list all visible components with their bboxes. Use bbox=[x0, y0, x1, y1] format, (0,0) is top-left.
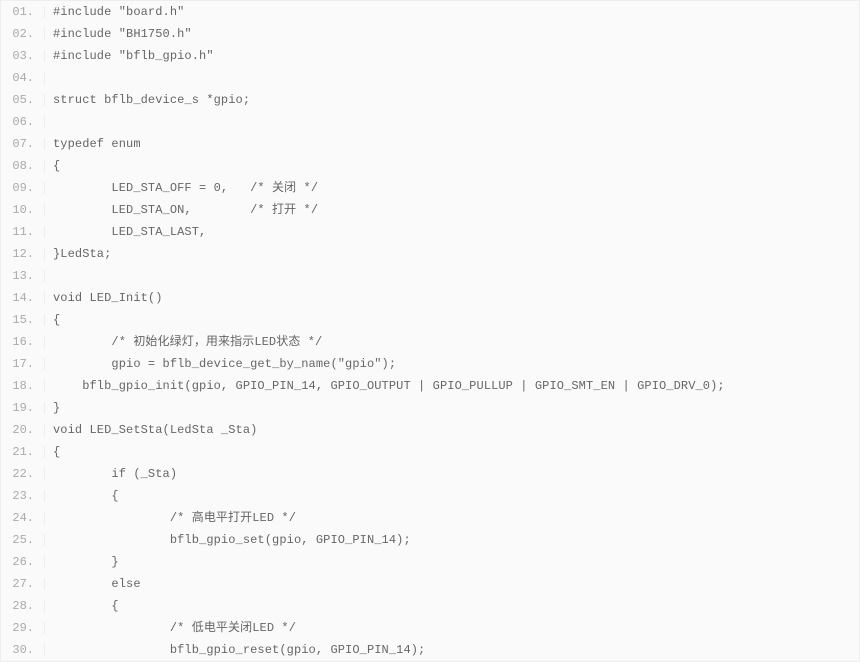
line-number: 30. bbox=[1, 644, 45, 656]
line-code: #include "board.h" bbox=[45, 6, 184, 18]
line-number: 05. bbox=[1, 94, 45, 106]
line-code: #include "bflb_gpio.h" bbox=[45, 50, 214, 62]
code-line: 01.#include "board.h" bbox=[1, 1, 859, 23]
line-number: 19. bbox=[1, 402, 45, 414]
line-number: 07. bbox=[1, 138, 45, 150]
line-number: 06. bbox=[1, 116, 45, 128]
line-number: 12. bbox=[1, 248, 45, 260]
line-number: 04. bbox=[1, 72, 45, 84]
line-number: 24. bbox=[1, 512, 45, 524]
line-code: { bbox=[45, 490, 119, 502]
line-code: void LED_SetSta(LedSta _Sta) bbox=[45, 424, 257, 436]
line-code: LED_STA_LAST, bbox=[45, 226, 206, 238]
code-line: 22. if (_Sta) bbox=[1, 463, 859, 485]
line-code: gpio = bflb_device_get_by_name("gpio"); bbox=[45, 358, 396, 370]
code-line: 03.#include "bflb_gpio.h" bbox=[1, 45, 859, 67]
line-number: 23. bbox=[1, 490, 45, 502]
code-line: 15.{ bbox=[1, 309, 859, 331]
code-line: 30. bflb_gpio_reset(gpio, GPIO_PIN_14); bbox=[1, 639, 859, 661]
line-number: 25. bbox=[1, 534, 45, 546]
line-code: } bbox=[45, 556, 119, 568]
line-number: 27. bbox=[1, 578, 45, 590]
code-line: 08.{ bbox=[1, 155, 859, 177]
line-code: /* 高电平打开LED */ bbox=[45, 512, 296, 524]
code-line: 12.}LedSta; bbox=[1, 243, 859, 265]
line-code: void LED_Init() bbox=[45, 292, 163, 304]
line-number: 02. bbox=[1, 28, 45, 40]
code-block: 01.#include "board.h"02.#include "BH1750… bbox=[0, 0, 860, 662]
code-line: 23. { bbox=[1, 485, 859, 507]
line-number: 16. bbox=[1, 336, 45, 348]
line-code: if (_Sta) bbox=[45, 468, 177, 480]
line-number: 21. bbox=[1, 446, 45, 458]
code-line: 29. /* 低电平关闭LED */ bbox=[1, 617, 859, 639]
code-line: 18. bflb_gpio_init(gpio, GPIO_PIN_14, GP… bbox=[1, 375, 859, 397]
code-line: 10. LED_STA_ON, /* 打开 */ bbox=[1, 199, 859, 221]
line-number: 01. bbox=[1, 6, 45, 18]
code-line: 14.void LED_Init() bbox=[1, 287, 859, 309]
line-number: 03. bbox=[1, 50, 45, 62]
line-code: }LedSta; bbox=[45, 248, 111, 260]
line-number: 22. bbox=[1, 468, 45, 480]
code-line: 21.{ bbox=[1, 441, 859, 463]
code-line: 04. bbox=[1, 67, 859, 89]
line-code: struct bflb_device_s *gpio; bbox=[45, 94, 250, 106]
line-code: bflb_gpio_set(gpio, GPIO_PIN_14); bbox=[45, 534, 411, 546]
line-code: { bbox=[45, 314, 60, 326]
code-line: 20.void LED_SetSta(LedSta _Sta) bbox=[1, 419, 859, 441]
code-line: 19.} bbox=[1, 397, 859, 419]
line-code: { bbox=[45, 160, 60, 172]
line-number: 26. bbox=[1, 556, 45, 568]
code-line: 17. gpio = bflb_device_get_by_name("gpio… bbox=[1, 353, 859, 375]
line-code: /* 初始化绿灯，用来指示LED状态 */ bbox=[45, 336, 322, 348]
line-code: #include "BH1750.h" bbox=[45, 28, 192, 40]
line-code: } bbox=[45, 402, 60, 414]
line-number: 20. bbox=[1, 424, 45, 436]
line-number: 09. bbox=[1, 182, 45, 194]
line-code: bflb_gpio_init(gpio, GPIO_PIN_14, GPIO_O… bbox=[45, 380, 725, 392]
line-number: 15. bbox=[1, 314, 45, 326]
code-line: 24. /* 高电平打开LED */ bbox=[1, 507, 859, 529]
line-number: 11. bbox=[1, 226, 45, 238]
line-code: { bbox=[45, 600, 119, 612]
line-number: 10. bbox=[1, 204, 45, 216]
code-line: 06. bbox=[1, 111, 859, 133]
code-line: 16. /* 初始化绿灯，用来指示LED状态 */ bbox=[1, 331, 859, 353]
line-number: 08. bbox=[1, 160, 45, 172]
line-number: 14. bbox=[1, 292, 45, 304]
line-code: typedef enum bbox=[45, 138, 141, 150]
line-number: 29. bbox=[1, 622, 45, 634]
code-line: 26. } bbox=[1, 551, 859, 573]
code-line: 07.typedef enum bbox=[1, 133, 859, 155]
line-code: LED_STA_ON, /* 打开 */ bbox=[45, 204, 318, 216]
line-code: bflb_gpio_reset(gpio, GPIO_PIN_14); bbox=[45, 644, 425, 656]
line-number: 17. bbox=[1, 358, 45, 370]
line-number: 28. bbox=[1, 600, 45, 612]
code-line: 05.struct bflb_device_s *gpio; bbox=[1, 89, 859, 111]
line-code: LED_STA_OFF = 0, /* 关闭 */ bbox=[45, 182, 318, 194]
line-number: 13. bbox=[1, 270, 45, 282]
line-code: /* 低电平关闭LED */ bbox=[45, 622, 296, 634]
code-line: 25. bflb_gpio_set(gpio, GPIO_PIN_14); bbox=[1, 529, 859, 551]
code-line: 09. LED_STA_OFF = 0, /* 关闭 */ bbox=[1, 177, 859, 199]
code-line: 28. { bbox=[1, 595, 859, 617]
code-line: 11. LED_STA_LAST, bbox=[1, 221, 859, 243]
code-line: 13. bbox=[1, 265, 859, 287]
code-line: 27. else bbox=[1, 573, 859, 595]
line-code: { bbox=[45, 446, 60, 458]
line-number: 18. bbox=[1, 380, 45, 392]
code-line: 02.#include "BH1750.h" bbox=[1, 23, 859, 45]
line-code: else bbox=[45, 578, 141, 590]
